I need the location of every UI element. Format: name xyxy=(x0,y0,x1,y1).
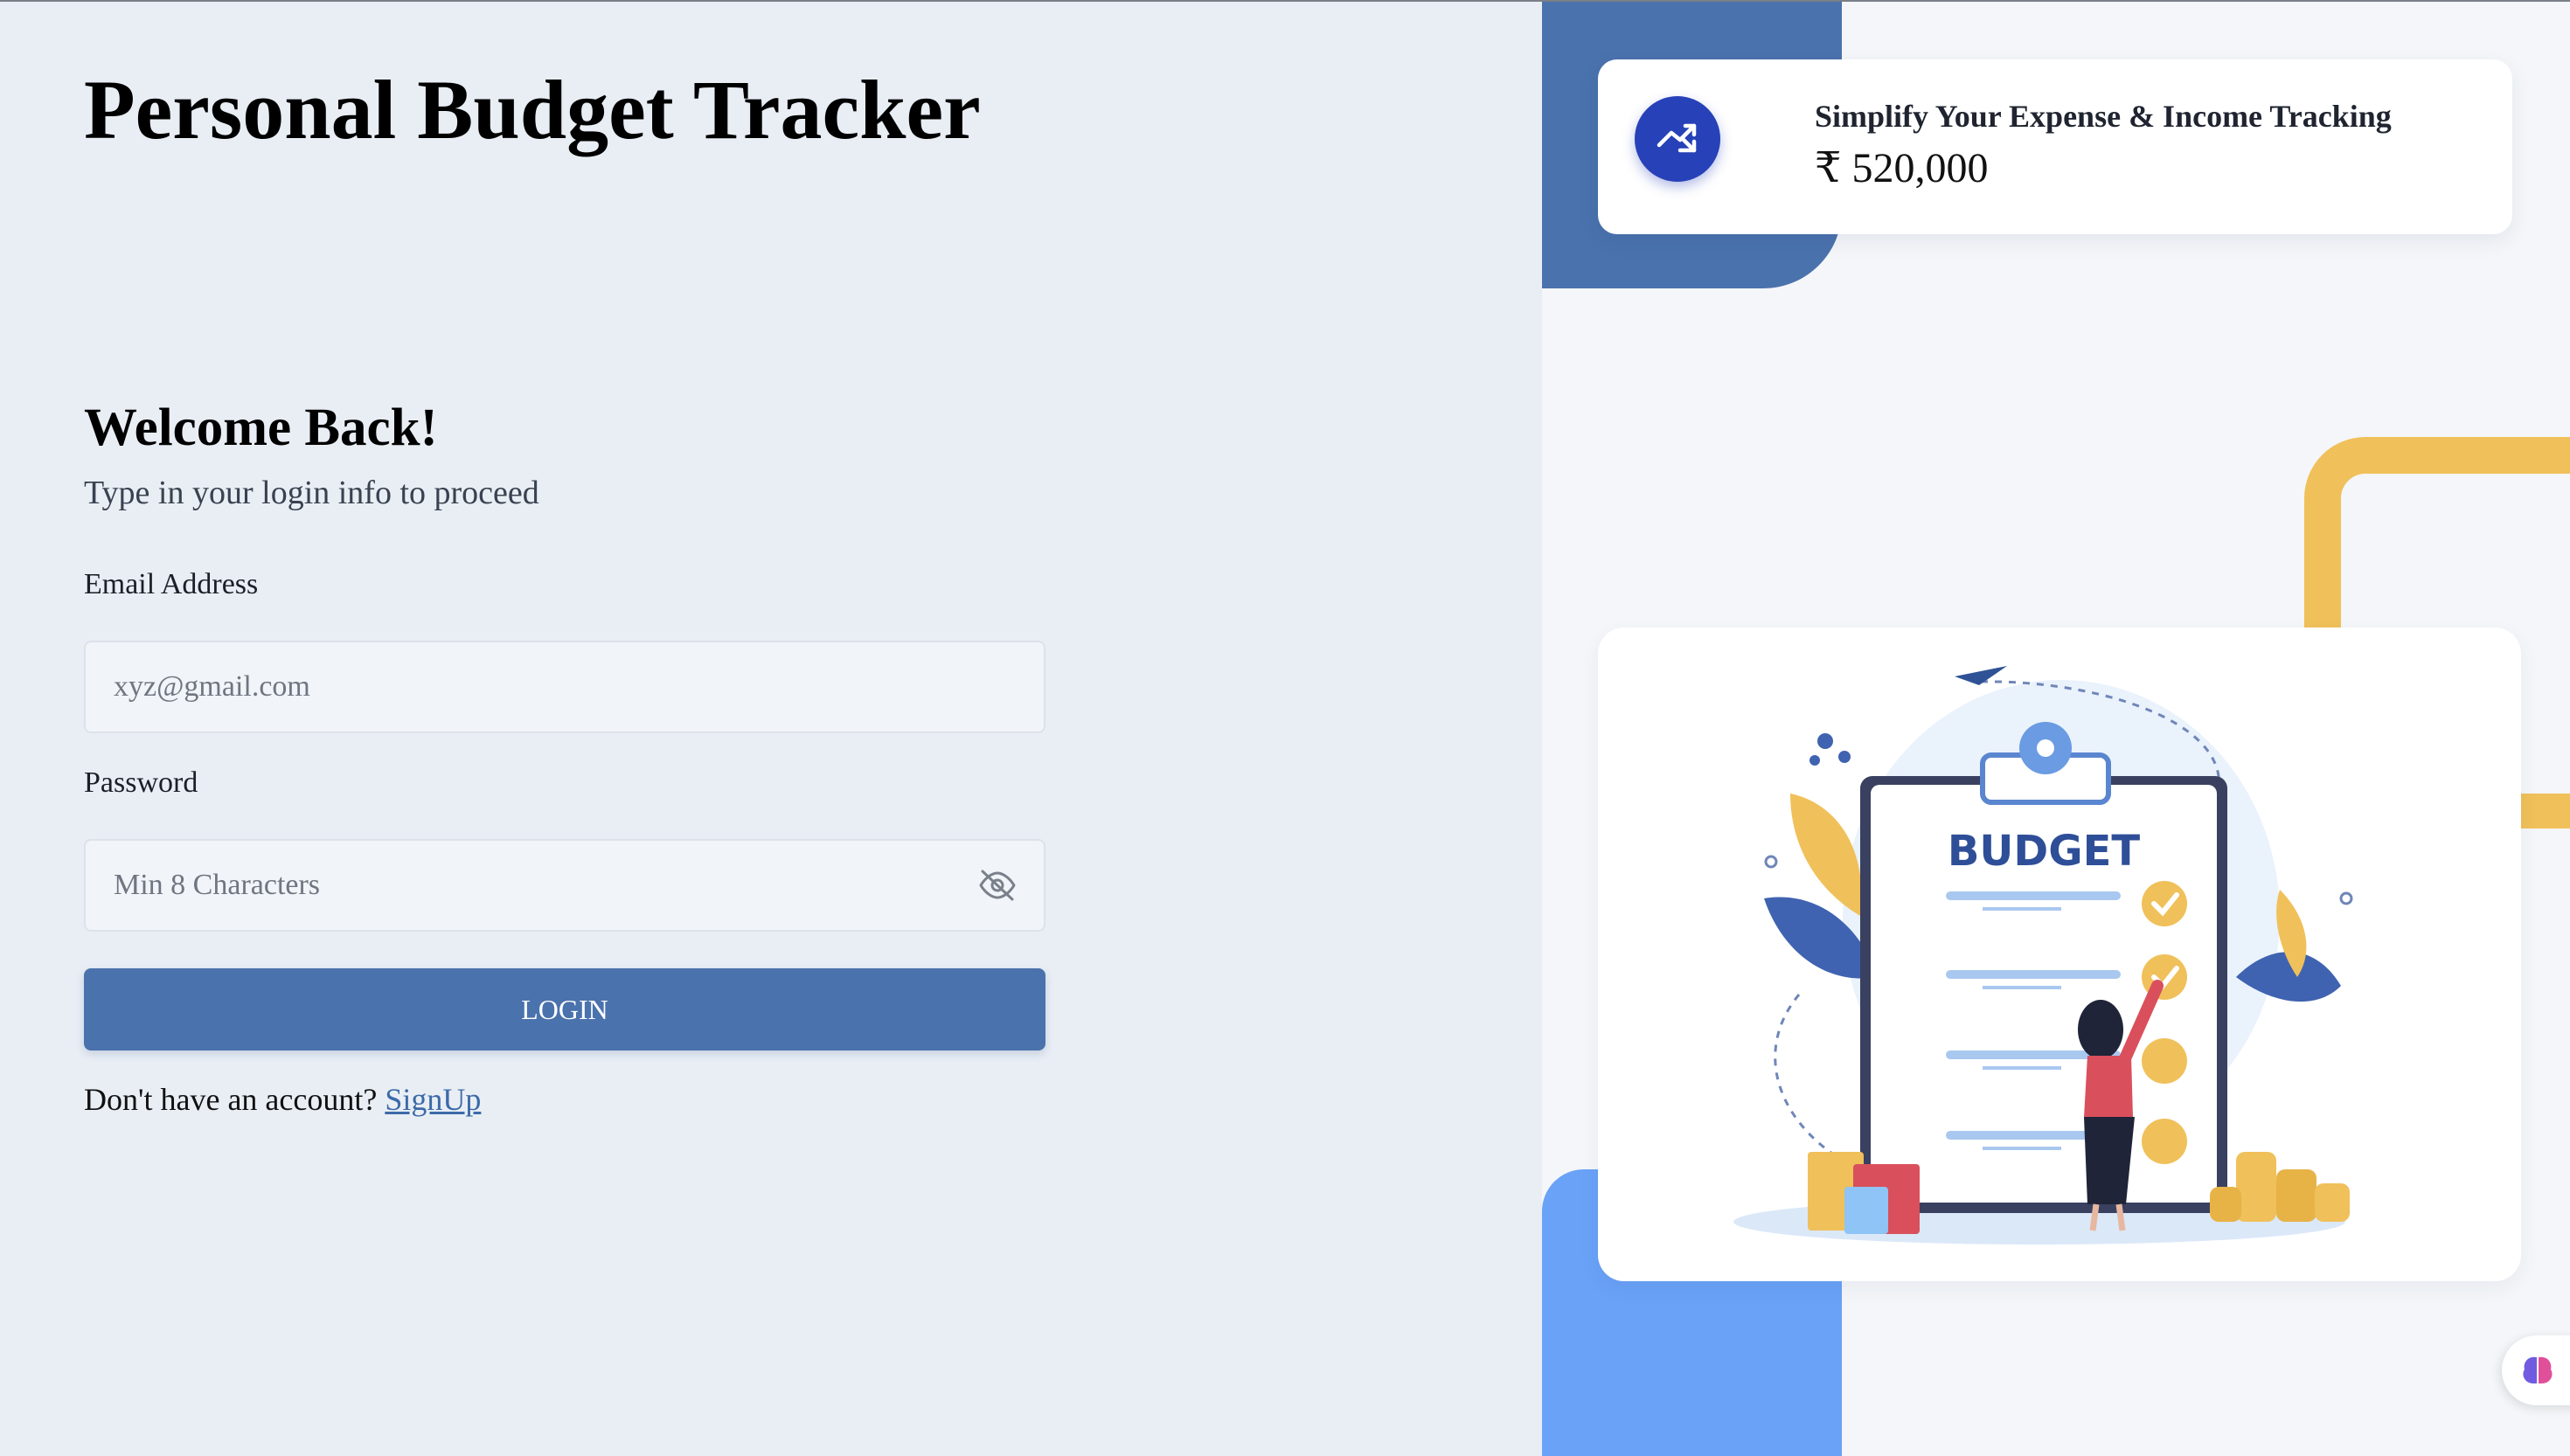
signup-prompt: Don't have an account? xyxy=(84,1082,378,1117)
app-title: Personal Budget Tracker xyxy=(84,63,981,156)
stat-card: Simplify Your Expense & Income Tracking … xyxy=(1598,59,2512,234)
stat-title: Simplify Your Expense & Income Tracking xyxy=(1815,99,2392,134)
email-label: Email Address xyxy=(84,568,259,600)
signup-link[interactable]: SignUp xyxy=(385,1082,481,1117)
login-panel: Personal Budget Tracker Welcome Back! Ty… xyxy=(0,0,1542,1456)
welcome-subheading: Type in your login info to proceed xyxy=(84,475,539,511)
password-input[interactable] xyxy=(114,869,944,902)
login-button[interactable]: LOGIN xyxy=(84,968,1045,1050)
eye-off-icon[interactable] xyxy=(977,868,1018,903)
welcome-heading: Welcome Back! xyxy=(84,399,438,457)
promo-panel: Simplify Your Expense & Income Tracking … xyxy=(1542,0,2570,1456)
illustration-card: BUDGET xyxy=(1598,627,2521,1281)
trending-up-down-icon xyxy=(1635,96,1720,182)
password-field-container xyxy=(84,839,1045,932)
decorative-yellow-bar xyxy=(2521,794,2570,829)
signup-line: Don't have an account? SignUp xyxy=(84,1081,481,1118)
email-field-container xyxy=(84,641,1045,733)
clipboard-text: BUDGET xyxy=(1948,827,2141,876)
password-label: Password xyxy=(84,766,198,799)
budget-clipboard-illustration: BUDGET xyxy=(1733,666,2353,1245)
stat-value: ₹ 520,000 xyxy=(1815,145,1989,191)
email-input[interactable] xyxy=(114,670,944,704)
brain-icon[interactable] xyxy=(2502,1335,2570,1405)
window-top-border xyxy=(0,0,2570,2)
